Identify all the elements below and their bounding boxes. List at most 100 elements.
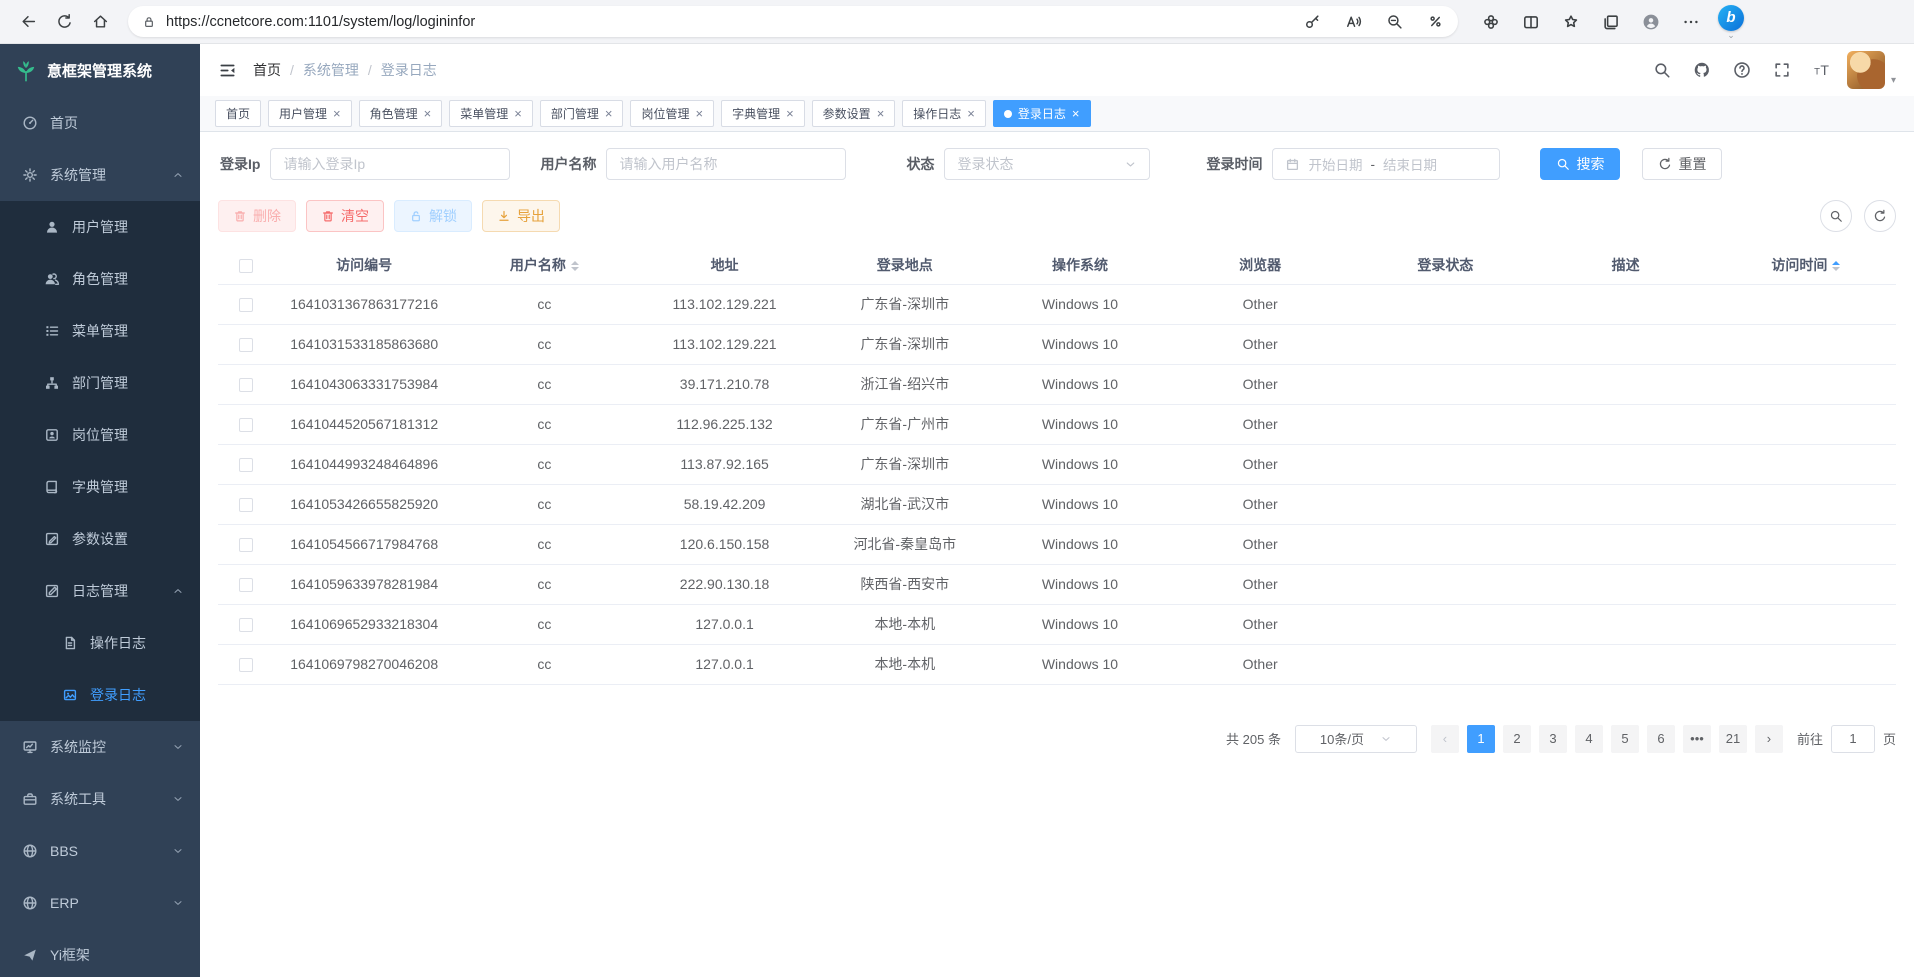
sidebar-item-参数设置[interactable]: 参数设置 (0, 513, 200, 565)
tab-用户管理[interactable]: 用户管理× (268, 100, 352, 127)
tab-字典管理[interactable]: 字典管理× (721, 100, 805, 127)
row-checkbox[interactable] (239, 498, 253, 512)
next-page-button[interactable]: › (1755, 725, 1783, 753)
avatar[interactable] (1847, 51, 1885, 89)
sidebar-item-岗位管理[interactable]: 岗位管理 (0, 409, 200, 461)
sidebar-item-日志管理[interactable]: 日志管理 (0, 565, 200, 617)
reset-button[interactable]: 重置 (1642, 148, 1722, 180)
tab-岗位管理[interactable]: 岗位管理× (630, 100, 714, 127)
sidebar-item-ERP[interactable]: ERP (0, 877, 200, 929)
prev-page-button[interactable]: ‹ (1431, 725, 1459, 753)
page-button-3[interactable]: 3 (1539, 725, 1567, 753)
zoom-out-icon[interactable] (1386, 13, 1403, 30)
sidebar-item-部门管理[interactable]: 部门管理 (0, 357, 200, 409)
tab-菜单管理[interactable]: 菜单管理× (449, 100, 533, 127)
sidebar-item-用户管理[interactable]: 用户管理 (0, 201, 200, 253)
page-button-5[interactable]: 5 (1611, 725, 1639, 753)
row-checkbox[interactable] (239, 458, 253, 472)
login-ip-field[interactable] (270, 148, 510, 180)
help-icon[interactable] (1733, 61, 1751, 79)
table-row[interactable]: 1641044520567181312cc112.96.225.132广东省-广… (218, 404, 1896, 444)
more-pages-button[interactable]: ••• (1683, 725, 1711, 753)
close-tab-icon[interactable]: × (333, 106, 341, 121)
sidebar-item-系统工具[interactable]: 系统工具 (0, 773, 200, 825)
close-tab-icon[interactable]: × (1072, 106, 1080, 121)
sidebar-item-登录日志[interactable]: 登录日志 (0, 669, 200, 721)
tab-参数设置[interactable]: 参数设置× (812, 100, 896, 127)
favorites-icon[interactable] (1562, 13, 1580, 31)
page-size-select[interactable]: 10条/页 (1295, 725, 1417, 753)
row-checkbox[interactable] (239, 658, 253, 672)
refresh-circle-button[interactable] (1864, 200, 1896, 232)
page-button-6[interactable]: 6 (1647, 725, 1675, 753)
address-bar[interactable]: https://ccnetcore.com:1101/system/log/lo… (128, 6, 1458, 37)
zoom-percent-icon[interactable] (1427, 13, 1444, 30)
search-circle-button[interactable] (1820, 200, 1852, 232)
home-button[interactable] (82, 4, 118, 40)
login-time-range[interactable]: 开始日期 - 结束日期 (1272, 148, 1500, 180)
row-checkbox[interactable] (239, 338, 253, 352)
sort-caret-icon[interactable] (571, 261, 579, 271)
tab-首页[interactable]: 首页 (215, 100, 261, 127)
user-menu[interactable]: ▾ (1847, 51, 1896, 89)
row-checkbox[interactable] (239, 418, 253, 432)
refresh-button[interactable] (46, 4, 82, 40)
search-button[interactable]: 搜索 (1540, 148, 1620, 180)
column-header-用户名称[interactable]: 用户名称 (454, 246, 634, 284)
tab-部门管理[interactable]: 部门管理× (540, 100, 624, 127)
breadcrumb-item[interactable]: 首页 (253, 60, 281, 80)
page-button-1[interactable]: 1 (1467, 725, 1495, 753)
font-size-icon[interactable]: TT (1813, 61, 1831, 79)
select-all-checkbox[interactable] (239, 259, 253, 273)
close-tab-icon[interactable]: × (605, 106, 613, 121)
解锁-button[interactable]: 解锁 (394, 200, 472, 232)
table-row[interactable]: 1641059633978281984cc222.90.130.18陕西省-西安… (218, 564, 1896, 604)
extensions-icon[interactable] (1482, 13, 1500, 31)
collapse-sidebar-icon[interactable] (218, 61, 237, 80)
table-row[interactable]: 1641069798270046208cc127.0.0.1本地-本机Windo… (218, 644, 1896, 684)
row-checkbox[interactable] (239, 538, 253, 552)
row-checkbox[interactable] (239, 618, 253, 632)
table-row[interactable]: 1641031533185863680cc113.102.129.221广东省-… (218, 324, 1896, 364)
close-tab-icon[interactable]: × (786, 106, 794, 121)
login-ip-input[interactable] (283, 156, 497, 172)
close-tab-icon[interactable]: × (514, 106, 522, 121)
table-row[interactable]: 1641054566717984768cc120.6.150.158河北省-秦皇… (218, 524, 1896, 564)
table-row[interactable]: 1641031367863177216cc113.102.129.221广东省-… (218, 284, 1896, 324)
sidebar-item-角色管理[interactable]: 角色管理 (0, 253, 200, 305)
tab-角色管理[interactable]: 角色管理× (359, 100, 443, 127)
github-icon[interactable] (1693, 61, 1711, 79)
close-tab-icon[interactable]: × (424, 106, 432, 121)
profile-avatar-icon[interactable] (1642, 13, 1660, 31)
sidebar-item-首页[interactable]: 首页 (0, 97, 200, 149)
collections-icon[interactable] (1602, 13, 1620, 31)
sidebar-item-字典管理[interactable]: 字典管理 (0, 461, 200, 513)
row-checkbox[interactable] (239, 378, 253, 392)
tab-操作日志[interactable]: 操作日志× (902, 100, 986, 127)
search-icon[interactable] (1653, 61, 1671, 79)
close-tab-icon[interactable]: × (967, 106, 975, 121)
sidebar-item-BBS[interactable]: BBS (0, 825, 200, 877)
清空-button[interactable]: 清空 (306, 200, 384, 232)
column-header-访问时间[interactable]: 访问时间 (1716, 246, 1896, 284)
back-button[interactable] (10, 4, 46, 40)
status-select[interactable]: 登录状态 (944, 148, 1150, 180)
page-button-2[interactable]: 2 (1503, 725, 1531, 753)
row-checkbox[interactable] (239, 578, 253, 592)
sidebar-item-操作日志[interactable]: 操作日志 (0, 617, 200, 669)
删除-button[interactable]: 删除 (218, 200, 296, 232)
username-field[interactable] (606, 148, 846, 180)
close-tab-icon[interactable]: × (695, 106, 703, 121)
fullscreen-icon[interactable] (1773, 61, 1791, 79)
table-row[interactable]: 1641053426655825920cc58.19.42.209湖北省-武汉市… (218, 484, 1896, 524)
sort-caret-icon[interactable] (1832, 261, 1840, 271)
table-row[interactable]: 1641043063331753984cc39.171.210.78浙江省-绍兴… (218, 364, 1896, 404)
jump-page-input[interactable] (1831, 725, 1875, 753)
sidebar-item-系统管理[interactable]: 系统管理 (0, 149, 200, 201)
page-button-4[interactable]: 4 (1575, 725, 1603, 753)
password-key-icon[interactable] (1304, 13, 1321, 30)
导出-button[interactable]: 导出 (482, 200, 560, 232)
more-menu-icon[interactable] (1682, 13, 1700, 31)
table-row[interactable]: 1641069652933218304cc127.0.0.1本地-本机Windo… (218, 604, 1896, 644)
sidebar-item-系统监控[interactable]: 系统监控 (0, 721, 200, 773)
